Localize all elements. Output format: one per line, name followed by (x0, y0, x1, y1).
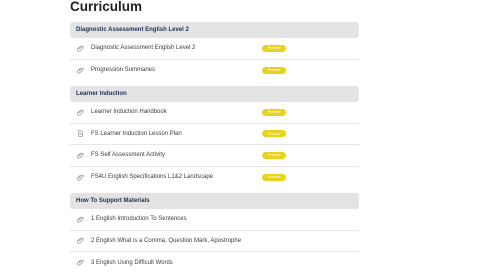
lesson-title[interactable]: FS Self Assessment Activity (91, 152, 262, 158)
lesson-item[interactable]: FS Self Assessment Activity Preview (70, 145, 359, 167)
lesson-title[interactable]: FS4U English Specifications L1&2 Landsca… (91, 174, 262, 180)
paperclip-icon (76, 237, 84, 245)
lesson-item[interactable]: Diagnostic Assessment English Level 2 Pr… (70, 38, 359, 60)
section-header[interactable]: Diagnostic Assessment English Level 2 (70, 22, 359, 38)
preview-badge[interactable]: Preview (262, 66, 287, 74)
lesson-title[interactable]: 1 English Introduction To Sentences (91, 216, 262, 222)
lesson-item[interactable]: FS4U English Specifications L1&2 Landsca… (70, 167, 359, 189)
preview-badge[interactable]: Preview (262, 108, 287, 116)
lesson-title[interactable]: 2 English What is a Comma, Question Mark… (91, 238, 262, 244)
document-icon (76, 130, 84, 138)
curriculum-section: Learner Induction Learner Induction Hand… (70, 86, 359, 188)
lesson-title[interactable]: Progression Summaries (91, 67, 262, 73)
curriculum-section: How To Support Materials 1 English Intro… (70, 193, 359, 274)
lesson-item[interactable]: FS Learner Induction Lesson Plan Preview (70, 124, 359, 145)
paperclip-icon (76, 151, 84, 159)
paperclip-icon (76, 259, 84, 267)
lesson-item[interactable]: 3 English Using Difficult Words (70, 252, 359, 274)
curriculum-section: Diagnostic Assessment English Level 2 Di… (70, 22, 359, 81)
lesson-title[interactable]: 3 English Using Difficult Words (91, 260, 262, 266)
paperclip-icon (76, 44, 84, 52)
paperclip-icon (76, 173, 84, 181)
lesson-item[interactable]: Progression Summaries Preview (70, 60, 359, 82)
preview-badge[interactable]: Preview (262, 130, 287, 138)
preview-badge[interactable]: Preview (262, 44, 287, 52)
paperclip-icon (76, 108, 84, 116)
lesson-title[interactable]: Diagnostic Assessment English Level 2 (91, 45, 262, 51)
lesson-title[interactable]: Learner Induction Handbook (91, 109, 262, 115)
lesson-item[interactable]: 2 English What is a Comma, Question Mark… (70, 231, 359, 252)
lesson-item[interactable]: 1 English Introduction To Sentences (70, 209, 359, 231)
section-header[interactable]: Learner Induction (70, 86, 359, 102)
preview-badge[interactable]: Preview (262, 173, 287, 181)
lesson-title[interactable]: FS Learner Induction Lesson Plan (91, 131, 262, 137)
section-header[interactable]: How To Support Materials (70, 193, 359, 209)
paperclip-icon (76, 215, 84, 223)
preview-badge[interactable]: Preview (262, 151, 287, 159)
curriculum-list: Diagnostic Assessment English Level 2 Di… (70, 22, 359, 279)
lesson-item[interactable]: Learner Induction Handbook Preview (70, 102, 359, 124)
paperclip-icon (76, 66, 84, 74)
page-title: Curriculum (70, 0, 143, 14)
